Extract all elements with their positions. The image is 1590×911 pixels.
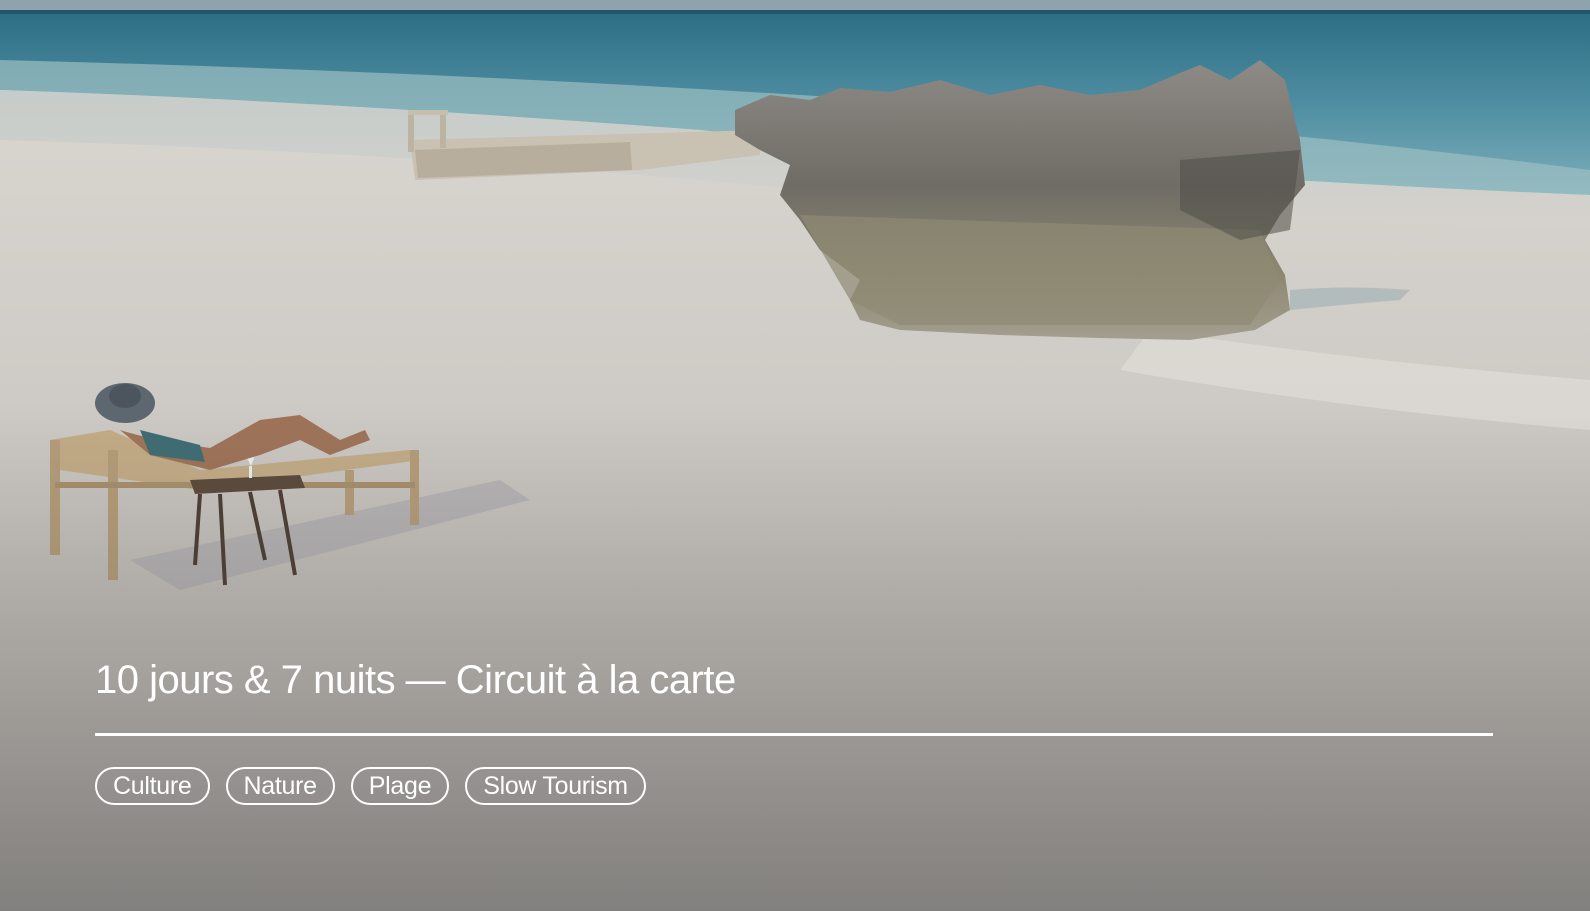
tag-list: Culture Nature Plage Slow Tourism	[95, 767, 1493, 805]
card-content: 10 jours & 7 nuits — Circuit à la carte …	[95, 655, 1493, 805]
tag-slow-tourism[interactable]: Slow Tourism	[465, 767, 646, 805]
trip-card[interactable]: 10 jours & 7 nuits — Circuit à la carte …	[0, 0, 1590, 911]
tag-nature[interactable]: Nature	[225, 767, 335, 805]
tag-culture[interactable]: Culture	[95, 767, 210, 805]
card-title[interactable]: 10 jours & 7 nuits — Circuit à la carte	[95, 655, 1493, 705]
title-divider	[95, 733, 1493, 736]
tag-plage[interactable]: Plage	[350, 767, 450, 805]
